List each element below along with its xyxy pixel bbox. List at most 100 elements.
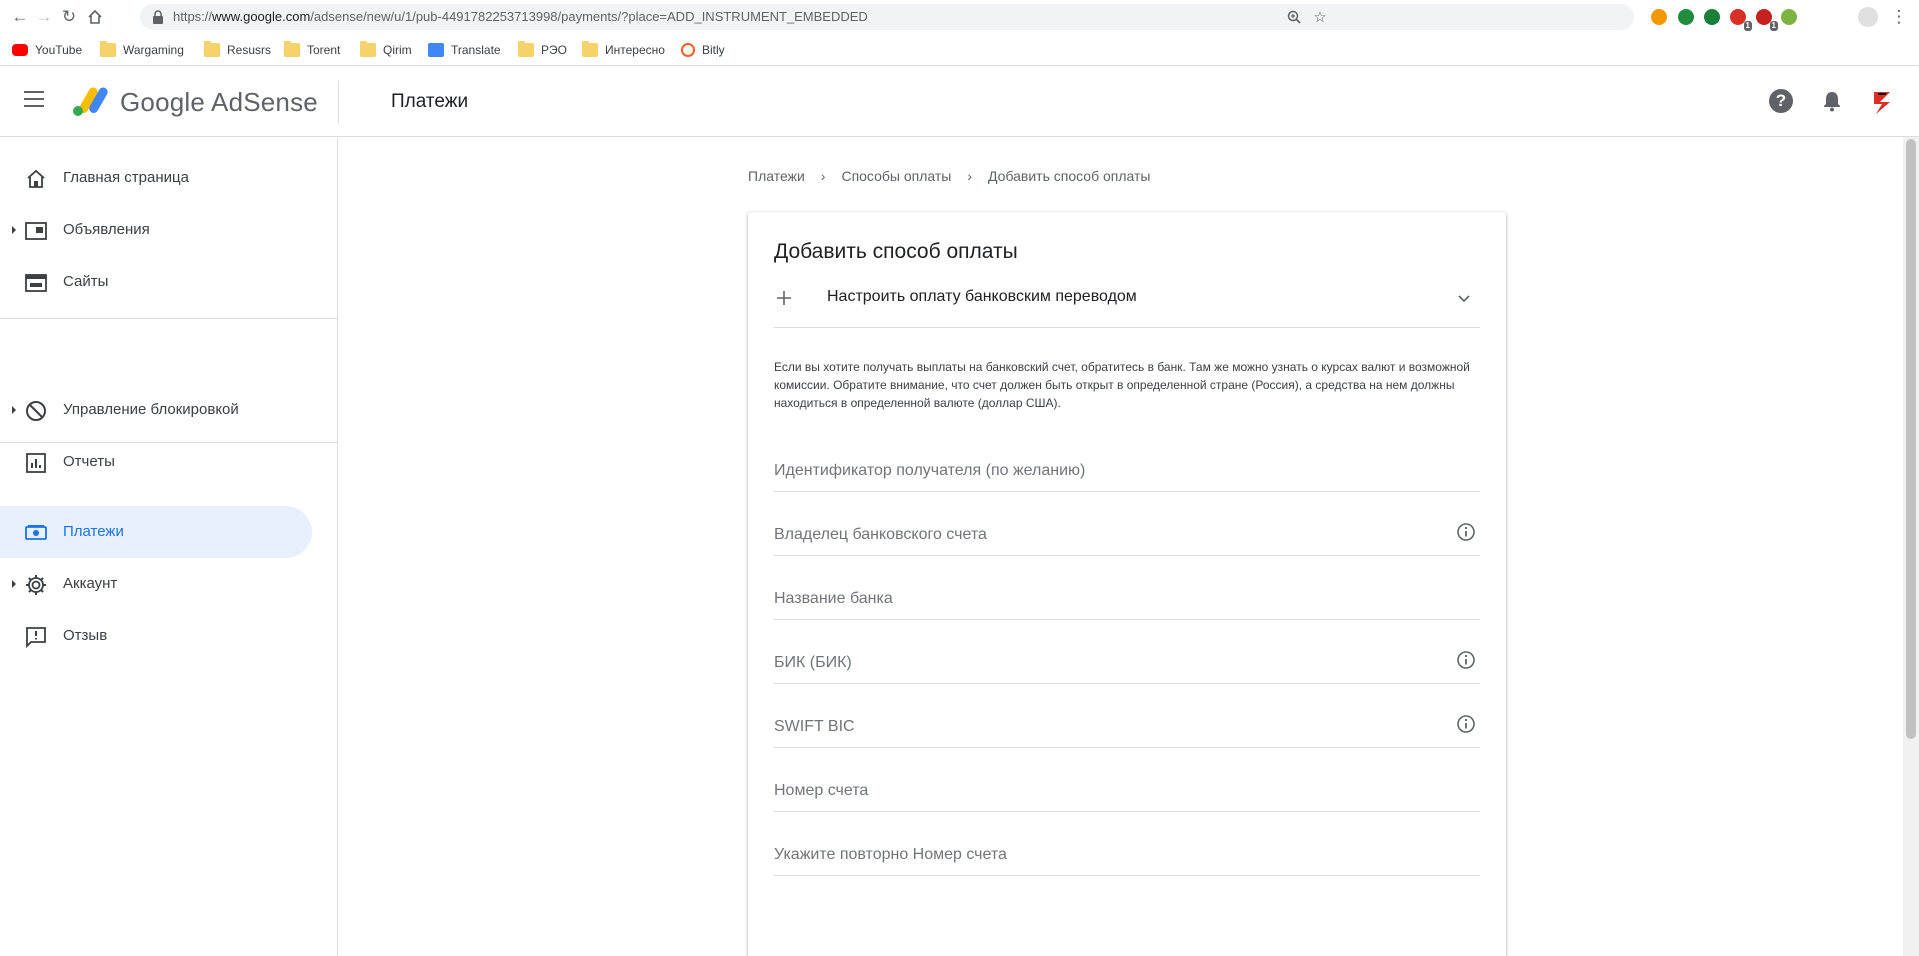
download-extension-icon[interactable] [1778, 6, 1800, 28]
url-host: www.google.com [212, 9, 311, 24]
form-field[interactable]: SWIFT BIC [774, 702, 1480, 748]
bookmark-item[interactable]: Bitly [681, 41, 725, 59]
sidebar-item[interactable]: Платежи [0, 506, 312, 558]
url-path: /adsense/new/u/1/pub-4491782253713998/pa… [310, 9, 868, 24]
extension-badge: 1 [1769, 21, 1778, 31]
form-field[interactable]: БИК (БИК) [774, 638, 1480, 684]
form-field[interactable]: Название банка [774, 574, 1480, 620]
field-label: Номер счета [774, 782, 869, 799]
form-field[interactable]: Идентификатор получателя (по желанию) [774, 446, 1480, 492]
hamburger-menu-icon[interactable] [24, 91, 46, 111]
breadcrumb: Платежи › Способы оплаты › Добавить спос… [748, 166, 1151, 186]
green-extension-glyph [1678, 9, 1694, 25]
field-label: SWIFT BIC [774, 718, 855, 735]
sidebar-item-label: Главная страница [63, 169, 189, 186]
sidebar-item-label: Платежи [63, 523, 124, 540]
plus-icon [777, 291, 791, 305]
sidebar-item[interactable]: Объявления [0, 204, 312, 256]
sidebar-item-label: Отчеты [63, 453, 115, 470]
bookmark-label: РЭО [541, 43, 567, 57]
star-icon[interactable]: ☆ [1310, 7, 1330, 27]
url-prefix: https:// [173, 9, 213, 24]
feedback-icon [24, 625, 48, 649]
bookmark-item[interactable]: Resusrs [204, 41, 271, 59]
add-payment-card: Добавить способ оплаты Настроить оплату … [748, 212, 1506, 956]
page-title: Платежи [391, 91, 469, 112]
menu-dots-icon[interactable]: ⋮ [1888, 6, 1910, 28]
scrollbar[interactable] [1903, 137, 1919, 956]
browser-toolbar: ← → ↻ https://www.google.com/adsense/new… [0, 0, 1919, 33]
translate-icon [428, 43, 444, 57]
folder-icon [204, 41, 220, 57]
bookmark-label: YouTube [35, 43, 83, 57]
folder-icon [518, 41, 534, 57]
help-icon[interactable]: ? [1769, 89, 1793, 113]
bank-transfer-expander[interactable]: Настроить оплату банковским переводом [774, 280, 1480, 328]
folder-icon [360, 41, 376, 57]
breadcrumb-add-payment-method: Добавить способ оплаты [988, 168, 1151, 184]
zoom-icon[interactable] [1284, 7, 1304, 27]
sidebar-item-label: Объявления [63, 221, 150, 238]
caret-right-icon[interactable] [12, 580, 16, 588]
field-label: Укажите повторно Номер счета [774, 846, 1007, 863]
back-icon[interactable]: ← [9, 6, 31, 28]
bookmark-label: Translate [451, 43, 501, 57]
lock-icon [153, 10, 163, 24]
sidebar-item[interactable]: Отзыв [0, 610, 312, 662]
reports-icon [24, 451, 48, 475]
caret-right-icon[interactable] [12, 226, 16, 234]
sidebar-item[interactable]: Аккаунт [0, 558, 312, 610]
bookmark-item[interactable]: Wargaming [100, 41, 184, 59]
home-browser-icon[interactable] [84, 6, 106, 28]
home-icon [24, 167, 48, 191]
field-label: Название банка [774, 590, 893, 607]
sidebar-item[interactable]: Главная страница [0, 152, 312, 204]
sidebar-item-label: Управление блокировкой [63, 401, 239, 418]
pumpkin-extension-icon[interactable] [1648, 6, 1670, 28]
header-divider [338, 81, 339, 123]
breadcrumb-separator-icon: › [967, 168, 973, 184]
bookmark-item[interactable]: РЭО [518, 41, 567, 59]
ads-icon [24, 219, 48, 243]
bookmark-item[interactable]: Translate [428, 41, 501, 59]
forward-icon[interactable]: → [33, 6, 55, 28]
sidebar-item[interactable]: Управление блокировкой [0, 384, 312, 436]
shield-extension-glyph [1704, 9, 1720, 25]
scrollbar-thumb[interactable] [1906, 139, 1916, 739]
reload-icon[interactable]: ↻ [58, 6, 80, 28]
bookmark-item[interactable]: Интересно [582, 41, 665, 59]
bookmark-item[interactable]: Torent [284, 41, 340, 59]
caret-right-icon[interactable] [12, 406, 16, 414]
sidebar-item[interactable]: Сайты [0, 256, 312, 308]
shield-extension-icon[interactable] [1701, 6, 1723, 28]
info-icon[interactable] [1456, 522, 1476, 542]
form-field[interactable]: Владелец банковского счета [774, 510, 1480, 556]
info-icon[interactable] [1456, 714, 1476, 734]
avatar[interactable] [1866, 86, 1898, 118]
sidebar-item-label: Сайты [63, 273, 109, 290]
green-extension-icon[interactable] [1675, 6, 1697, 28]
bookmark-item[interactable]: YouTube [12, 41, 82, 59]
bell-icon[interactable] [1819, 88, 1845, 114]
breadcrumb-payments[interactable]: Платежи [748, 168, 805, 184]
field-label: БИК (БИК) [774, 654, 852, 671]
expander-label: Настроить оплату банковским переводом [827, 288, 1137, 305]
bookmark-item[interactable]: Qirim [360, 41, 412, 59]
payments-icon [24, 521, 48, 545]
breadcrumb-payment-methods[interactable]: Способы оплаты [841, 168, 951, 184]
form-field[interactable]: Укажите повторно Номер счета [774, 830, 1480, 876]
chevron-down-icon[interactable] [1456, 290, 1472, 306]
gear-icon [24, 573, 48, 597]
address-bar[interactable]: https://www.google.com/adsense/new/u/1/p… [140, 4, 1634, 30]
sidebar-divider [0, 318, 338, 319]
sidebar-item-label: Отзыв [63, 627, 108, 644]
extension-badge: 1 [1743, 21, 1752, 31]
red-circle-extension-icon[interactable]: 1 [1753, 6, 1778, 31]
profile-icon[interactable] [1858, 7, 1878, 27]
gmail-extension-icon[interactable]: 1 [1727, 6, 1752, 31]
info-icon[interactable] [1456, 650, 1476, 670]
url-text: https://www.google.com/adsense/new/u/1/p… [173, 9, 868, 24]
form-field[interactable]: Номер счета [774, 766, 1480, 812]
sidebar-item[interactable]: Отчеты [0, 436, 312, 488]
bookmark-label: Torent [307, 43, 341, 57]
